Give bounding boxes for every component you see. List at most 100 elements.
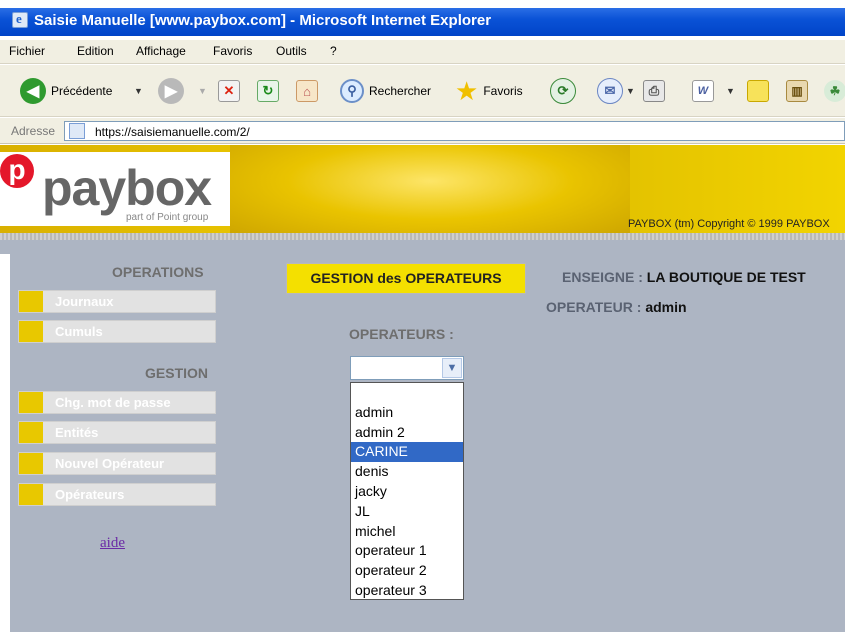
menu-favoris[interactable]: Favoris [213,44,252,58]
ie-app-icon[interactable] [12,11,28,28]
dropdown-option[interactable]: jacky [351,482,463,502]
nav-operateurs[interactable]: Opérateurs [18,483,216,506]
history-icon: ⟳ [550,78,576,104]
nav-nouvel-operateur[interactable]: Nouvel Opérateur [18,452,216,475]
messenger-icon: ☘ [824,80,845,102]
dropdown-arrow-icon: ▼ [726,86,735,96]
operators-label: OPERATEURS : [349,326,454,342]
operators-select[interactable]: ▼ [350,356,464,380]
address-url: https://saisiemanuelle.com/2/ [95,125,250,139]
home-icon: ⌂ [296,80,318,102]
back-button[interactable]: ◀ Précédente [20,76,112,106]
nav-label: Nouvel Opérateur [55,456,165,471]
address-field[interactable]: https://saisiemanuelle.com/2/ [64,121,845,141]
dropdown-option[interactable]: CARINE [351,442,463,463]
page-icon [69,123,85,139]
nav-marker [19,484,43,505]
nav-marker [19,321,43,342]
stop-icon: ✕ [218,80,240,102]
forward-dropdown[interactable]: ▼ [198,76,207,106]
nav-label: Cumuls [55,324,103,339]
edit-word-button[interactable]: W ▼ [692,76,735,106]
nav-journaux[interactable]: Journaux [18,290,216,313]
banner-photo [230,145,630,235]
favorites-button[interactable]: ★ Favoris [455,76,523,106]
nav-entites[interactable]: Entités [18,421,216,444]
nav-marker [19,392,43,413]
gestion-heading: GESTION [145,365,209,381]
left-border [0,254,10,632]
dropdown-arrow-icon: ▼ [198,86,207,96]
refresh-button[interactable]: ↻ [257,76,279,106]
note-icon [747,80,769,102]
star-icon: ★ [455,76,479,106]
dropdown-option[interactable] [351,383,463,403]
dropdown-option[interactable]: admin [351,403,463,423]
paybox-p-icon: p [0,154,34,188]
address-bar: Adresse https://saisiemanuelle.com/2/ [0,118,845,144]
home-button[interactable]: ⌂ [296,76,318,106]
menu-fichier[interactable]: Fichier [9,44,45,58]
toolbar: ◀ Précédente ▼ ▶ ▼ ✕ ↻ ⌂ ⚲ Rechercher ★ … [0,65,845,117]
chevron-down-icon[interactable]: ▼ [442,358,462,378]
stop-button[interactable]: ✕ [218,76,240,106]
dropdown-option[interactable]: michel [351,522,463,542]
back-arrow-icon: ◀ [20,78,46,104]
enseigne-value: LA BOUTIQUE DE TEST [646,269,806,285]
help-link[interactable]: aide [100,535,125,552]
discuss-button[interactable] [747,76,769,106]
dropdown-arrow-icon: ▼ [134,86,143,96]
messenger-button[interactable]: ☘ [824,76,845,106]
window-title-bar[interactable]: Saisie Manuelle [www.paybox.com] - Micro… [0,0,845,40]
dropdown-option[interactable]: denis [351,462,463,482]
page-title: GESTION des OPERATEURS [286,263,526,294]
menu-help[interactable]: ? [330,44,337,58]
nav-marker [19,453,43,474]
dropdown-option[interactable]: operateur 2 [351,561,463,581]
research-button[interactable]: ▥ [786,76,808,106]
forward-arrow-icon: ▶ [158,78,184,104]
books-icon: ▥ [786,80,808,102]
nav-label: Entités [55,425,99,440]
refresh-icon: ↻ [257,80,279,102]
favorites-label: Favoris [483,84,523,98]
printer-icon: ⎙ [643,80,665,102]
word-icon: W [692,80,714,102]
nav-label: Journaux [55,294,114,309]
operations-heading: OPERATIONS [112,264,204,280]
operators-dropdown-list: admin admin 2 CARINE denis jacky JL michel oper… [350,382,464,600]
copyright-text: PAYBOX (tm) Copyright © 1999 PAYBOX [628,218,830,230]
history-button[interactable]: ⟳ [550,76,576,106]
dropdown-option[interactable]: admin 2 [351,423,463,443]
operateur-label: OPERATEUR : [546,299,642,315]
nav-chg-mot-de-passe[interactable]: Chg. mot de passe [18,391,216,414]
menu-bar: Fichier Edition Affichage Favoris Outils… [0,40,845,64]
back-dropdown[interactable]: ▼ [134,76,143,106]
dropdown-arrow-icon: ▼ [626,86,635,96]
enseigne-row: ENSEIGNE : LA BOUTIQUE DE TEST [562,269,806,285]
back-label: Précédente [51,84,113,98]
search-label: Rechercher [369,84,432,98]
paybox-logo[interactable]: p paybox part of Point group [0,152,230,226]
dropdown-option[interactable]: JL [351,502,463,522]
logo-tagline: part of Point group [126,212,209,223]
menu-affichage[interactable]: Affichage [136,44,186,58]
nav-label: Opérateurs [55,487,125,502]
dropdown-option[interactable]: operateur 3 [351,581,463,601]
print-button[interactable]: ⎙ [643,76,665,106]
dropdown-option[interactable]: operateur 1 [351,541,463,561]
nav-cumuls[interactable]: Cumuls [18,320,216,343]
address-label: Adresse [11,124,56,138]
nav-marker [19,291,43,312]
operateur-row: OPERATEUR : admin [546,299,687,315]
menu-edition[interactable]: Edition [77,44,114,58]
mail-button[interactable]: ✉ ▼ [597,76,635,106]
menu-outils[interactable]: Outils [276,44,307,58]
page-content: OPERATIONS Journaux Cumuls GESTION Chg. … [0,240,845,632]
forward-button[interactable]: ▶ [158,76,184,106]
search-icon: ⚲ [340,79,364,103]
window-title: Saisie Manuelle [www.paybox.com] - Micro… [34,12,492,29]
nav-marker [19,422,43,443]
search-button[interactable]: ⚲ Rechercher [340,76,431,106]
logo-wordmark: paybox [42,160,212,216]
